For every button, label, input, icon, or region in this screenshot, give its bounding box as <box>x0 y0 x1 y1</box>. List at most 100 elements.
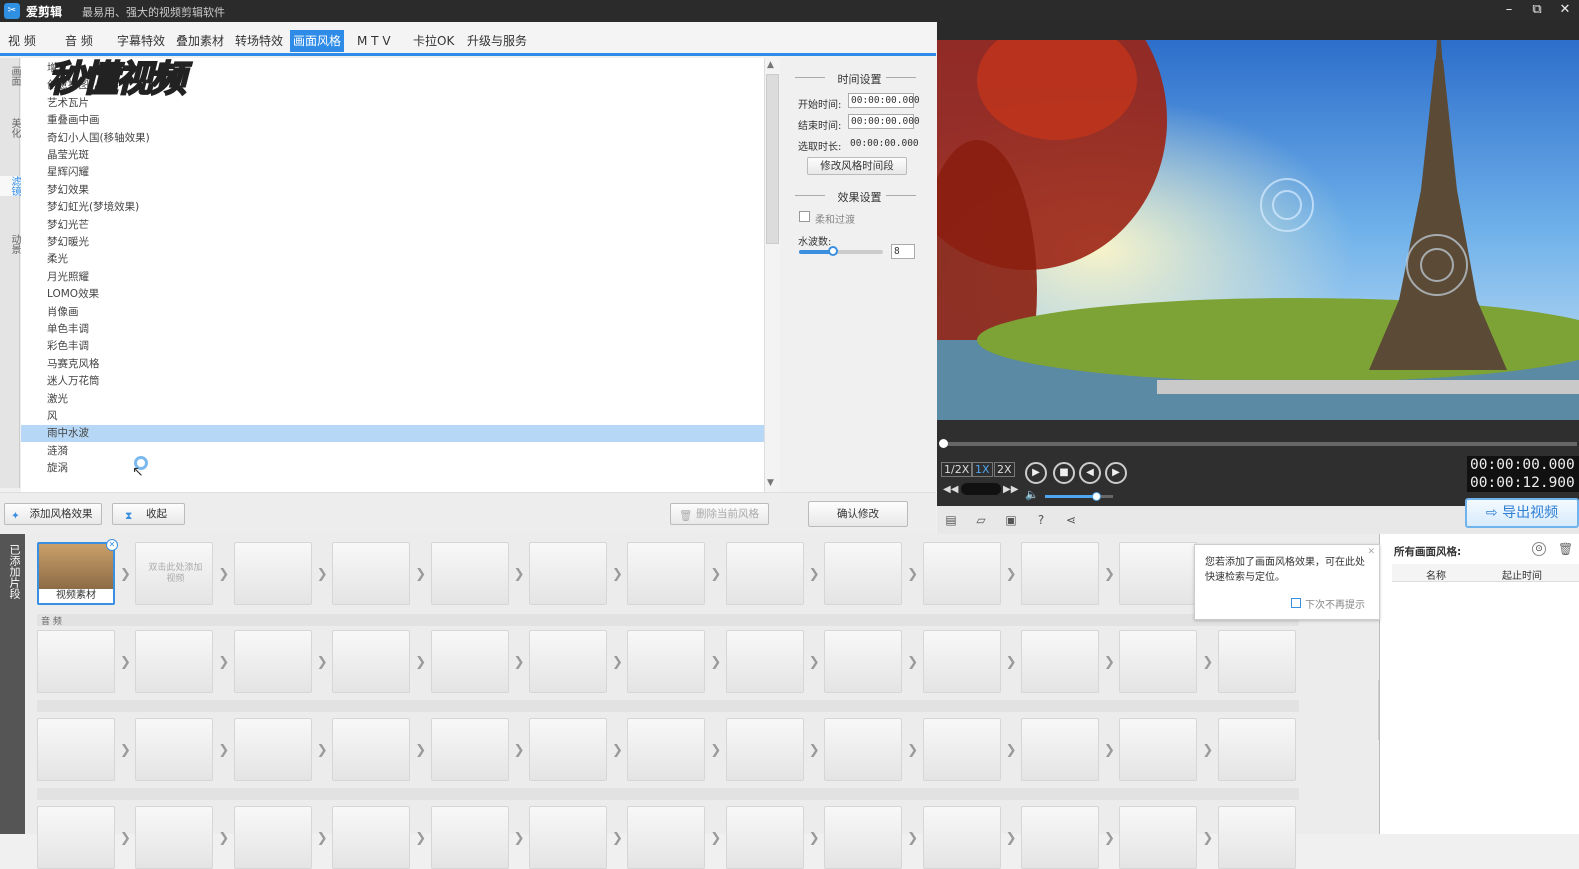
style-list-item[interactable]: 激光 <box>21 391 764 408</box>
empty-clip-slot[interactable] <box>725 542 804 605</box>
next-frame-icon[interactable]: ▶ <box>1105 462 1127 484</box>
empty-clip-slot[interactable] <box>430 542 509 605</box>
empty-clip-slot[interactable] <box>529 806 607 869</box>
seek-bar[interactable] <box>939 439 1577 448</box>
transition-arrow-icon[interactable]: ❯ <box>1104 832 1116 846</box>
style-list-item[interactable]: 风 <box>21 408 764 425</box>
collapse-button[interactable]: ⧗ 收起 <box>112 503 185 525</box>
scroll-down-icon[interactable]: ▼ <box>767 478 774 488</box>
empty-clip-slot[interactable] <box>233 542 312 605</box>
empty-clip-slot[interactable] <box>332 542 411 605</box>
empty-clip-slot[interactable] <box>1021 806 1099 869</box>
empty-clip-slot[interactable] <box>627 806 706 869</box>
empty-clip-slot[interactable] <box>233 806 312 869</box>
transition-arrow-icon[interactable]: ❯ <box>317 744 329 758</box>
add-video-slot[interactable]: 双击此处添加视频 <box>135 542 214 605</box>
empty-clip-slot[interactable] <box>135 630 214 693</box>
style-list-item[interactable]: 马赛克风格 <box>21 356 764 373</box>
start-time-input[interactable]: 00:00:00.000 <box>848 93 920 108</box>
transition-arrow-icon[interactable]: ❯ <box>415 744 427 758</box>
empty-clip-slot[interactable] <box>1119 542 1198 605</box>
open-folder-icon[interactable]: ▱ <box>973 513 989 527</box>
transition-arrow-icon[interactable]: ❯ <box>1006 656 1018 670</box>
add-style-effect-button[interactable]: ✦ 添加风格效果 <box>4 503 102 525</box>
style-list-item[interactable]: 迷人万花筒 <box>21 373 764 390</box>
transition-arrow-icon[interactable]: ❯ <box>514 832 526 846</box>
speed-2x-button[interactable]: 2X <box>994 462 1015 477</box>
empty-clip-slot[interactable] <box>922 630 1001 693</box>
transition-arrow-icon[interactable]: ❯ <box>1006 568 1018 582</box>
style-list-item[interactable]: 星辉闪耀 <box>21 164 764 181</box>
locate-icon[interactable]: ⊙ <box>1532 542 1546 556</box>
scroll-thumb[interactable] <box>766 74 779 244</box>
volume-icon[interactable]: 🔈 <box>1025 488 1039 501</box>
empty-clip-slot[interactable] <box>37 718 115 781</box>
transition-arrow-icon[interactable]: ❯ <box>907 568 919 582</box>
style-list-item[interactable]: 雨中水波 <box>21 425 764 443</box>
speed-half-button[interactable]: 1/2X <box>941 462 973 477</box>
slider-knob[interactable] <box>827 246 838 256</box>
wave-count-input[interactable]: 8 <box>891 244 915 259</box>
transition-arrow-icon[interactable]: ❯ <box>1202 832 1214 846</box>
transition-arrow-icon[interactable]: ❯ <box>612 656 624 670</box>
transition-arrow-icon[interactable]: ❯ <box>1006 744 1018 758</box>
transition-arrow-icon[interactable]: ❯ <box>317 656 329 670</box>
fast-forward-icon[interactable]: ▶▶ <box>1003 484 1018 495</box>
transition-arrow-icon[interactable]: ❯ <box>218 568 230 582</box>
speed-1x-button[interactable]: 1X <box>972 462 993 477</box>
transition-arrow-icon[interactable]: ❯ <box>809 832 821 846</box>
minimize-button[interactable]: – <box>1495 0 1523 22</box>
shuttle-wheel[interactable] <box>961 483 1001 495</box>
transition-arrow-icon[interactable]: ❯ <box>514 568 526 582</box>
style-list-item[interactable]: 梦幻光芒 <box>21 217 764 234</box>
transition-arrow-icon[interactable]: ❯ <box>1202 744 1214 758</box>
style-list-item[interactable]: 涟漪 <box>21 443 764 460</box>
transition-arrow-icon[interactable]: ❯ <box>514 744 526 758</box>
style-list-item[interactable]: 肖像画 <box>21 304 764 321</box>
empty-clip-slot[interactable] <box>1021 630 1099 693</box>
transition-arrow-icon[interactable]: ❯ <box>120 568 132 582</box>
transition-arrow-icon[interactable]: ❯ <box>120 744 132 758</box>
transition-arrow-icon[interactable]: ❯ <box>710 568 722 582</box>
transition-arrow-icon[interactable]: ❯ <box>710 832 722 846</box>
share-icon[interactable]: ⋖ <box>1063 513 1079 527</box>
style-list-item[interactable]: 彩色丰调 <box>21 338 764 355</box>
style-list-item[interactable]: 梦幻虹光(梦境效果) <box>21 199 764 216</box>
transition-arrow-icon[interactable]: ❯ <box>415 656 427 670</box>
seek-knob[interactable] <box>939 439 948 448</box>
style-list-item[interactable]: 月光照耀 <box>21 269 764 286</box>
transition-arrow-icon[interactable]: ❯ <box>218 744 230 758</box>
empty-clip-slot[interactable] <box>135 718 214 781</box>
close-hint-icon[interactable]: ✕ <box>1367 547 1375 557</box>
empty-clip-slot[interactable] <box>233 630 312 693</box>
export-video-button[interactable]: ⇨ 导出视频 <box>1465 498 1579 528</box>
empty-clip-slot[interactable] <box>824 806 903 869</box>
empty-clip-slot[interactable] <box>529 718 607 781</box>
remove-clip-icon[interactable]: ✕ <box>106 539 118 551</box>
video-preview[interactable] <box>937 40 1579 420</box>
empty-clip-slot[interactable] <box>725 806 804 869</box>
empty-clip-slot[interactable] <box>922 718 1001 781</box>
transition-arrow-icon[interactable]: ❯ <box>120 656 132 670</box>
volume-knob[interactable] <box>1092 492 1101 501</box>
empty-clip-slot[interactable] <box>1119 718 1198 781</box>
transition-arrow-icon[interactable]: ❯ <box>218 656 230 670</box>
transition-arrow-icon[interactable]: ❯ <box>120 832 132 846</box>
empty-clip-slot[interactable] <box>824 718 903 781</box>
empty-clip-slot[interactable] <box>430 630 509 693</box>
list-scrollbar[interactable]: ▲ ▼ <box>764 58 780 492</box>
transition-arrow-icon[interactable]: ❯ <box>612 568 624 582</box>
new-project-icon[interactable]: ▤ <box>943 513 959 527</box>
empty-clip-slot[interactable] <box>725 718 804 781</box>
style-list-item[interactable]: 梦幻暖光 <box>21 234 764 251</box>
tab-transition-effects[interactable]: 转场特效 <box>232 30 286 52</box>
end-time-input[interactable]: 00:00:00.000 <box>848 114 920 129</box>
empty-clip-slot[interactable] <box>627 630 706 693</box>
transition-arrow-icon[interactable]: ❯ <box>710 744 722 758</box>
vtab-motion[interactable]: 动景 <box>0 234 20 254</box>
style-list-item[interactable]: 单色丰调 <box>21 321 764 338</box>
wave-count-slider[interactable] <box>799 246 883 256</box>
empty-clip-slot[interactable] <box>529 542 607 605</box>
empty-clip-slot[interactable] <box>332 630 411 693</box>
empty-clip-slot[interactable] <box>1217 806 1296 869</box>
